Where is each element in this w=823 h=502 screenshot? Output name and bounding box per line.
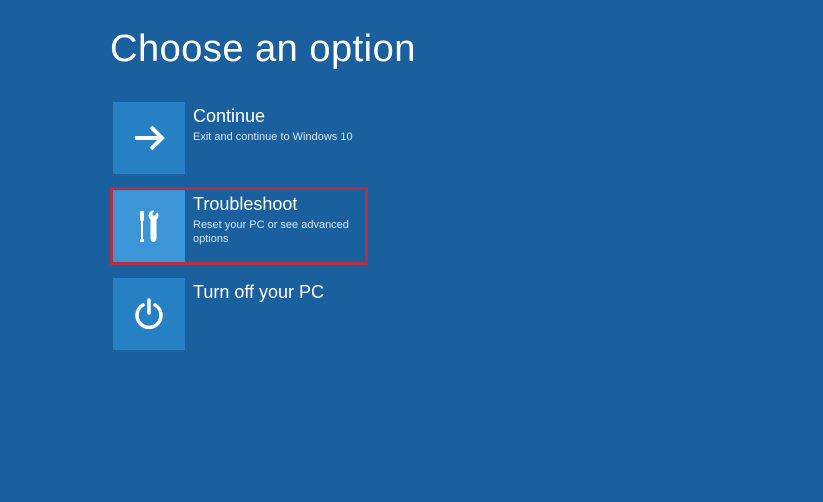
continue-title: Continue [193, 106, 365, 128]
turnoff-text: Turn off your PC [185, 278, 365, 306]
tools-icon [113, 190, 185, 262]
troubleshoot-option[interactable]: Troubleshoot Reset your PC or see advanc… [110, 187, 368, 265]
continue-text: Continue Exit and continue to Windows 10 [185, 102, 365, 144]
continue-option[interactable]: Continue Exit and continue to Windows 10 [110, 99, 368, 177]
power-icon [113, 278, 185, 350]
troubleshoot-title: Troubleshoot [193, 194, 365, 216]
turnoff-option[interactable]: Turn off your PC [110, 275, 368, 353]
page-title: Choose an option [110, 28, 823, 71]
option-list: Continue Exit and continue to Windows 10 [110, 99, 823, 353]
arrow-right-icon [113, 102, 185, 174]
continue-desc: Exit and continue to Windows 10 [193, 130, 365, 144]
turnoff-title: Turn off your PC [193, 282, 365, 304]
troubleshoot-text: Troubleshoot Reset your PC or see advanc… [185, 190, 365, 246]
troubleshoot-desc: Reset your PC or see advanced options [193, 218, 365, 247]
